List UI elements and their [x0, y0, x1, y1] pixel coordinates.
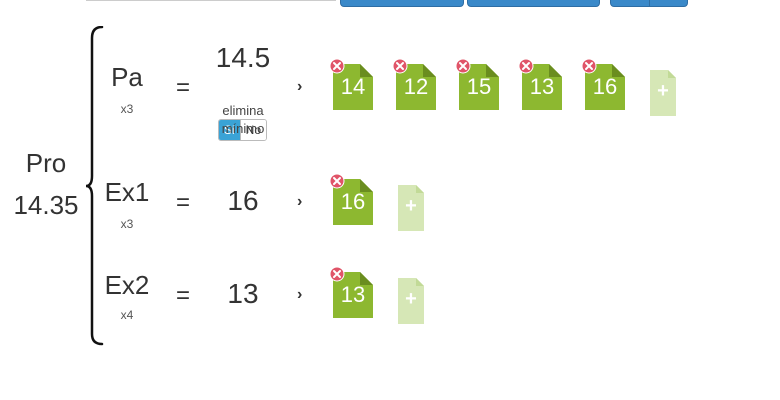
- grade-item[interactable]: 15: [455, 58, 499, 110]
- grade-item[interactable]: 16: [581, 58, 625, 110]
- row-average: 16: [227, 185, 259, 216]
- row-average: 13: [227, 278, 259, 309]
- grade-row-ex2: Ex2 x4 = 13 › 13 +: [100, 248, 740, 328]
- note-line-2: mínimo: [221, 121, 265, 136]
- remove-circle-icon[interactable]: [329, 173, 345, 189]
- average-name: Pro: [25, 148, 67, 178]
- grade-value: 13: [529, 74, 555, 99]
- top-button-1[interactable]: [340, 0, 464, 7]
- remove-circle-icon[interactable]: [518, 58, 534, 74]
- equals-sign: =: [176, 282, 191, 309]
- row-name: Ex1: [104, 177, 150, 207]
- equals-sign: =: [176, 74, 191, 101]
- row-multiplier: x3: [120, 217, 134, 231]
- chevron-right-icon: ›: [297, 286, 303, 303]
- grade-row-pa: Pa x3 = 14.5 Si No elimina mínimo › 14 12…: [100, 40, 740, 141]
- row-multiplier: x3: [120, 102, 134, 116]
- remove-circle-icon[interactable]: [329, 58, 345, 74]
- top-input-underline[interactable]: [86, 0, 336, 1]
- grade-value: 13: [340, 282, 366, 307]
- top-button-2[interactable]: [467, 0, 600, 7]
- add-grade-button[interactable]: +: [398, 185, 424, 231]
- grade-item[interactable]: 13: [518, 58, 562, 110]
- grade-item[interactable]: 13: [329, 266, 373, 318]
- row-name: Pa: [111, 62, 143, 92]
- equals-sign: =: [176, 189, 191, 216]
- grade-item[interactable]: 12: [392, 58, 436, 110]
- average-value: 14.35: [13, 190, 79, 220]
- plus-icon: +: [405, 288, 417, 310]
- plus-icon: +: [405, 195, 417, 217]
- row-average: 14.5: [215, 42, 271, 73]
- add-grade-button[interactable]: +: [398, 278, 424, 324]
- chevron-right-icon: ›: [297, 193, 303, 210]
- grade-item[interactable]: 16: [329, 173, 373, 225]
- grade-value: 12: [403, 74, 429, 99]
- grade-value: 15: [466, 74, 492, 99]
- remove-circle-icon[interactable]: [329, 266, 345, 282]
- remove-circle-icon[interactable]: [392, 58, 408, 74]
- note-line-1: elimina: [222, 103, 264, 118]
- grade-value: 16: [340, 189, 366, 214]
- plus-icon: +: [657, 80, 669, 102]
- chevron-right-icon: ›: [297, 78, 303, 95]
- top-toolbar: [0, 0, 780, 8]
- drop-minimum-label: elimina mínimo: [206, 102, 280, 138]
- grade-item[interactable]: 14: [329, 58, 373, 110]
- grade-value: 16: [592, 74, 618, 99]
- grade-row-ex1: Ex1 x3 = 16 › 16 +: [100, 155, 740, 235]
- top-button-group[interactable]: [610, 0, 688, 7]
- remove-circle-icon[interactable]: [455, 58, 471, 74]
- add-grade-button[interactable]: +: [650, 70, 676, 116]
- row-multiplier: x4: [120, 308, 134, 322]
- row-name: Ex2: [104, 270, 150, 300]
- grade-value: 14: [340, 74, 366, 99]
- remove-circle-icon[interactable]: [581, 58, 597, 74]
